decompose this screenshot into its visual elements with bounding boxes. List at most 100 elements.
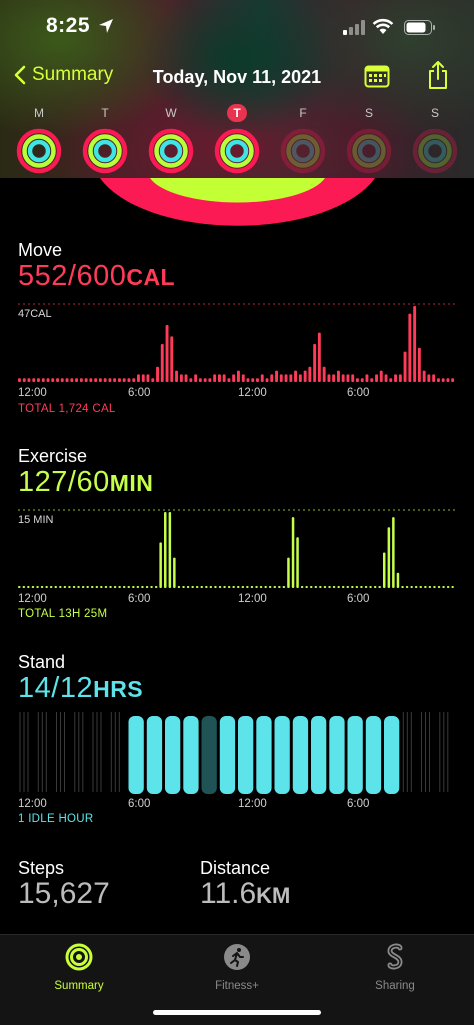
move-bar [41,378,45,382]
exercise-bar [145,586,149,588]
move-bar [260,374,264,382]
day-activity-ring-icon [214,128,260,174]
move-value: 552/600CAL [18,260,175,293]
steps-label: Steps [18,858,65,878]
exercise-bar [296,537,299,588]
exercise-bar [45,586,48,588]
day-2[interactable]: W [146,104,196,174]
exercise-bar [214,586,217,588]
tab-sharing-label: Sharing [375,980,415,992]
move-bar [18,378,21,382]
move-bar [113,378,117,382]
exercise-bar [68,586,71,588]
stand-hour [274,716,290,794]
exercise-bar [383,552,386,588]
exercise-bar [250,586,254,588]
move-bar [265,378,269,382]
exercise-bar [209,586,213,588]
status-bar: 8:25 [0,0,474,54]
move-bar [189,378,193,382]
move-bar [365,374,369,382]
move-bar [398,374,402,382]
day-6[interactable]: S [410,104,460,174]
exercise-bar [49,586,53,588]
exercise-bar [314,586,318,588]
exercise-bar [95,586,99,588]
move-bar [94,378,98,382]
exercise-unit: MIN [109,470,154,496]
day-3[interactable]: T [212,104,262,174]
move-bar [127,378,131,382]
move-bar [208,378,212,382]
move-bar [146,374,150,382]
exercise-bar [72,586,76,588]
exercise-bar [77,586,80,588]
exercise-bar [173,557,176,588]
home-indicator[interactable] [153,1010,321,1015]
move-bar [141,374,145,382]
exercise-bar [227,586,231,588]
move-bar [108,378,112,382]
exercise-bar [177,586,181,588]
move-bar [165,325,169,382]
stand-hour [146,716,163,794]
stand-hour [311,716,327,794]
exercise-bar [268,586,272,588]
move-bar [346,374,350,382]
exercise-bar [287,557,290,588]
wifi-icon [372,18,394,34]
exercise-bar [300,586,304,588]
exercise-bar [442,586,445,588]
move-bar [79,378,83,382]
move-bar [256,378,259,382]
stand-label: Stand [18,652,66,672]
move-bar [241,374,245,382]
stand-hour [183,716,199,794]
move-bar [275,370,278,382]
move-bar [160,344,164,382]
day-letter: S [430,106,439,120]
move-bar [60,378,64,382]
tab-sharing[interactable]: Sharing [340,943,450,992]
tab-fitness-plus[interactable]: Fitness+ [182,943,292,992]
exercise-bar [378,586,381,588]
exercise-bar [191,586,194,588]
move-bar [137,374,140,382]
move-bar [222,374,226,382]
day-5[interactable]: S [344,104,394,174]
tab-summary[interactable]: Summary [24,943,134,992]
large-activity-ring [100,178,375,226]
move-bar [203,378,207,382]
exercise-bar [305,586,308,588]
exercise-bar [451,586,454,588]
share-icon[interactable] [426,60,450,90]
runner-icon [224,944,250,970]
activity-rings-icon [65,943,93,971]
move-bar [403,351,407,382]
day-0[interactable]: M [14,104,64,174]
move-tick: 12:00 [238,387,267,399]
move-bar [151,378,155,382]
move-bar [279,374,283,382]
day-4[interactable]: F [278,104,328,174]
move-bar [441,378,445,382]
exercise-bar [195,586,199,588]
exercise-bar [273,586,276,588]
move-bar [132,378,136,382]
move-bar [118,378,121,382]
exercise-bar [86,586,89,588]
exercise-tick: 12:00 [18,593,47,605]
day-letter: F [299,106,307,120]
move-bar [194,374,198,382]
day-1[interactable]: T [80,104,130,174]
move-bar [370,378,374,382]
stand-hour [219,716,236,794]
calendar-icon[interactable] [364,64,390,88]
move-bar [298,374,302,382]
cellular-signal-icon [343,20,365,35]
exercise-bar [218,586,222,588]
move-bar [218,374,221,382]
sharing-icon [387,943,403,970]
exercise-bar [122,586,126,588]
move-bar [284,374,288,382]
